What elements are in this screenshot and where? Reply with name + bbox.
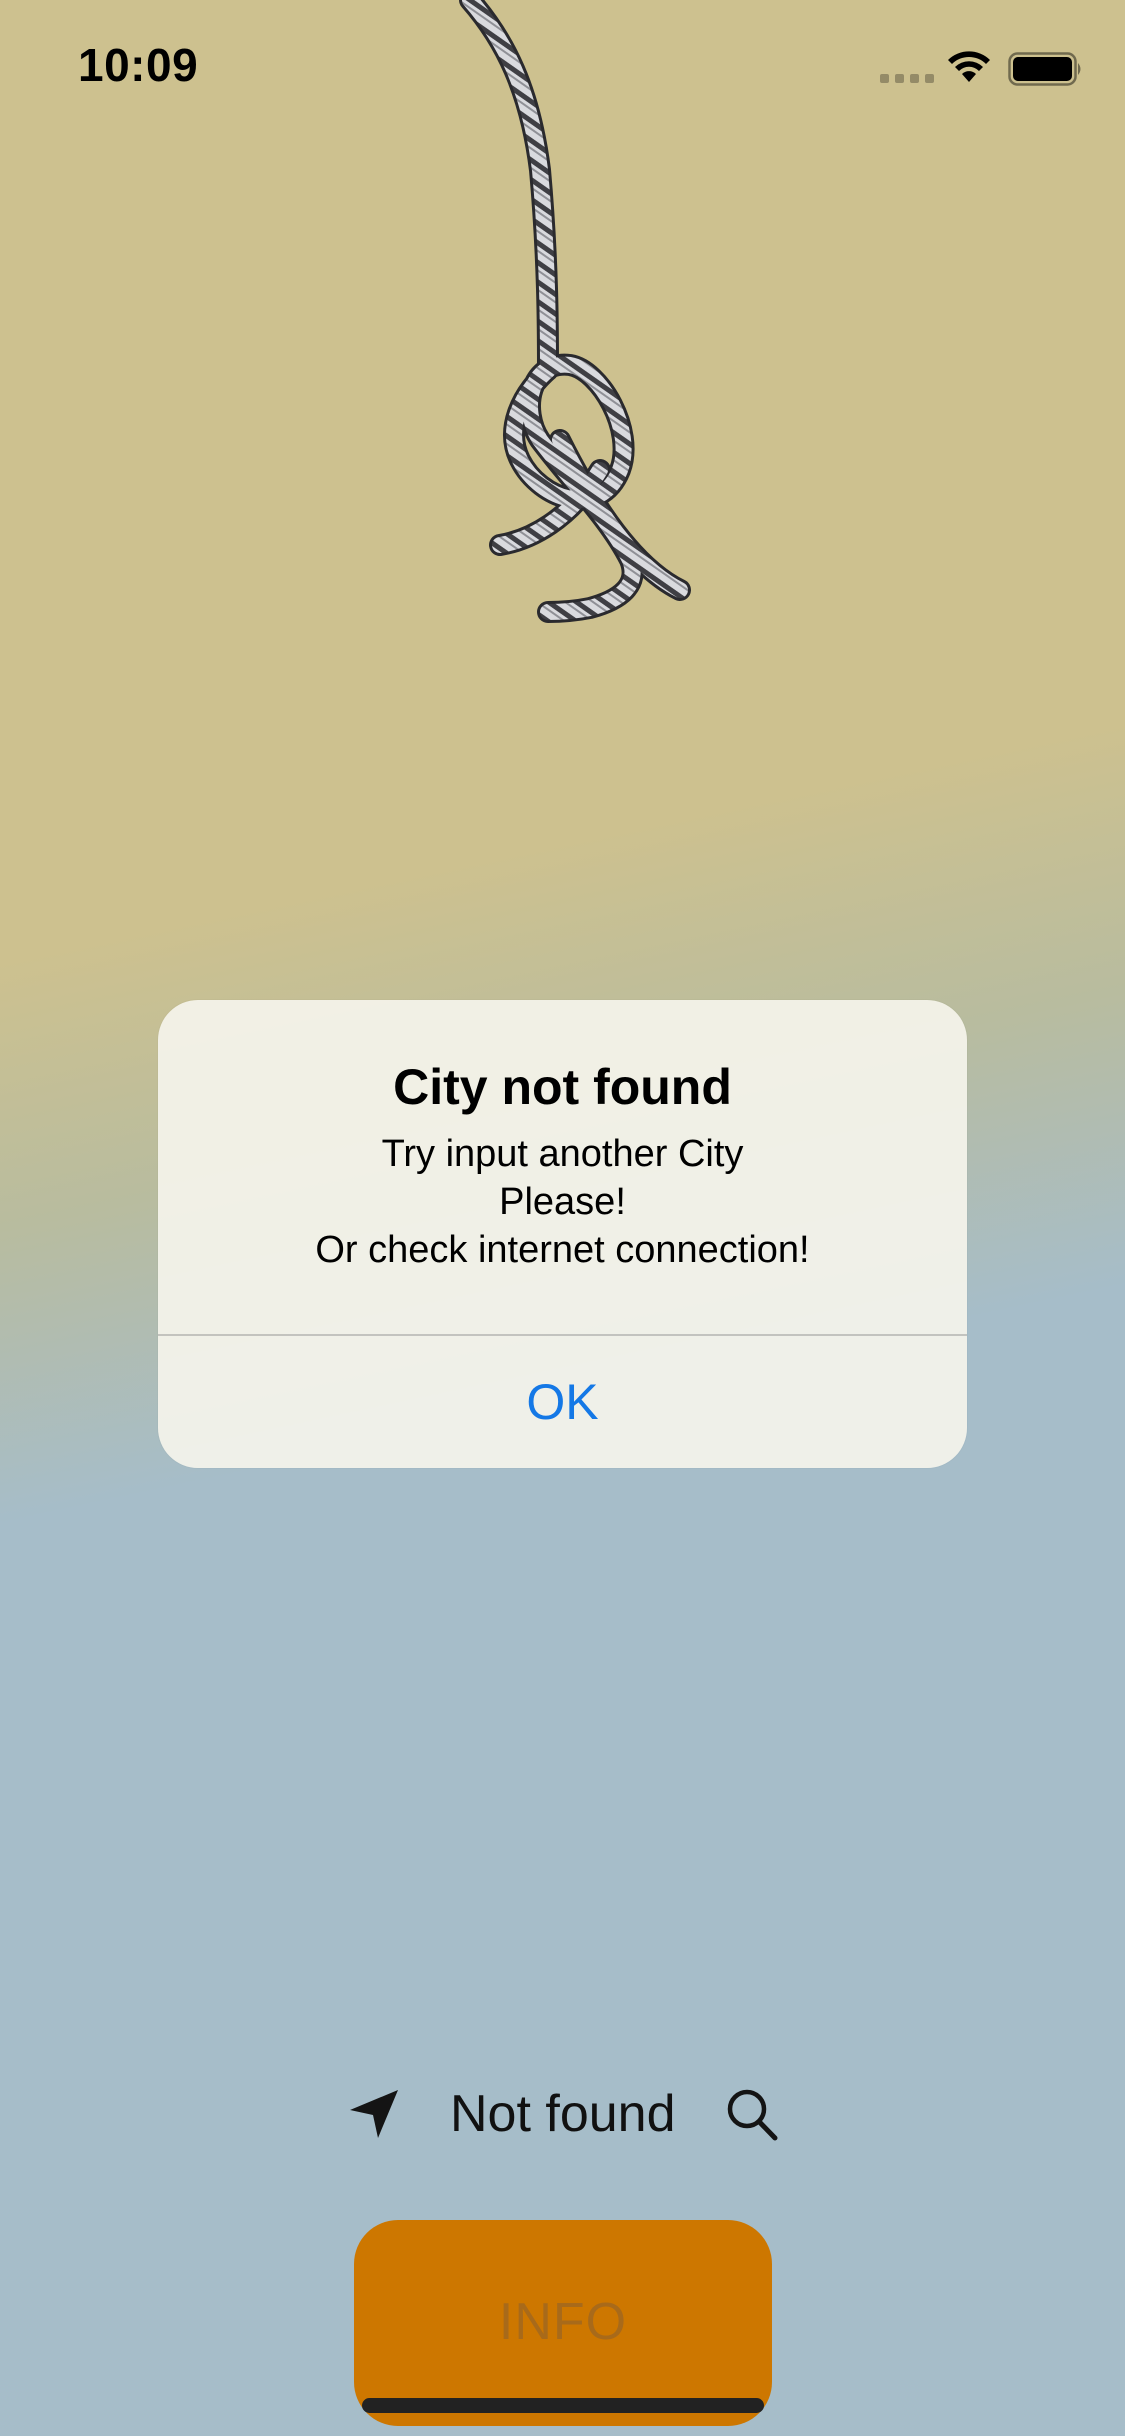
info-button[interactable]: INFO [354, 2220, 772, 2426]
ok-button[interactable]: OK [158, 1336, 967, 1468]
info-button-label: INFO [498, 2293, 628, 2351]
signal-dots-icon [880, 74, 934, 83]
status-time: 10:09 [78, 39, 199, 91]
alert-message: Try input another City Please! Or check … [158, 1130, 967, 1274]
location-row: Not found [0, 2080, 1125, 2152]
location-status-text: Not found [450, 2085, 676, 2143]
wifi-icon [948, 51, 990, 82]
alert-message-line: Or check internet connection! [315, 1229, 810, 1271]
home-indicator [362, 2398, 764, 2413]
alert-title: City not found [393, 1059, 732, 1115]
battery-icon [1008, 52, 1081, 86]
alert-dialog: City not found Try input another City Pl… [158, 1000, 967, 1468]
alert-message-line: Please! [499, 1181, 626, 1223]
location-arrow-icon[interactable] [346, 2086, 402, 2142]
alert-message-line: Try input another City [381, 1133, 744, 1175]
search-icon[interactable] [724, 2086, 780, 2144]
rope-knot-icon [459, 0, 691, 623]
